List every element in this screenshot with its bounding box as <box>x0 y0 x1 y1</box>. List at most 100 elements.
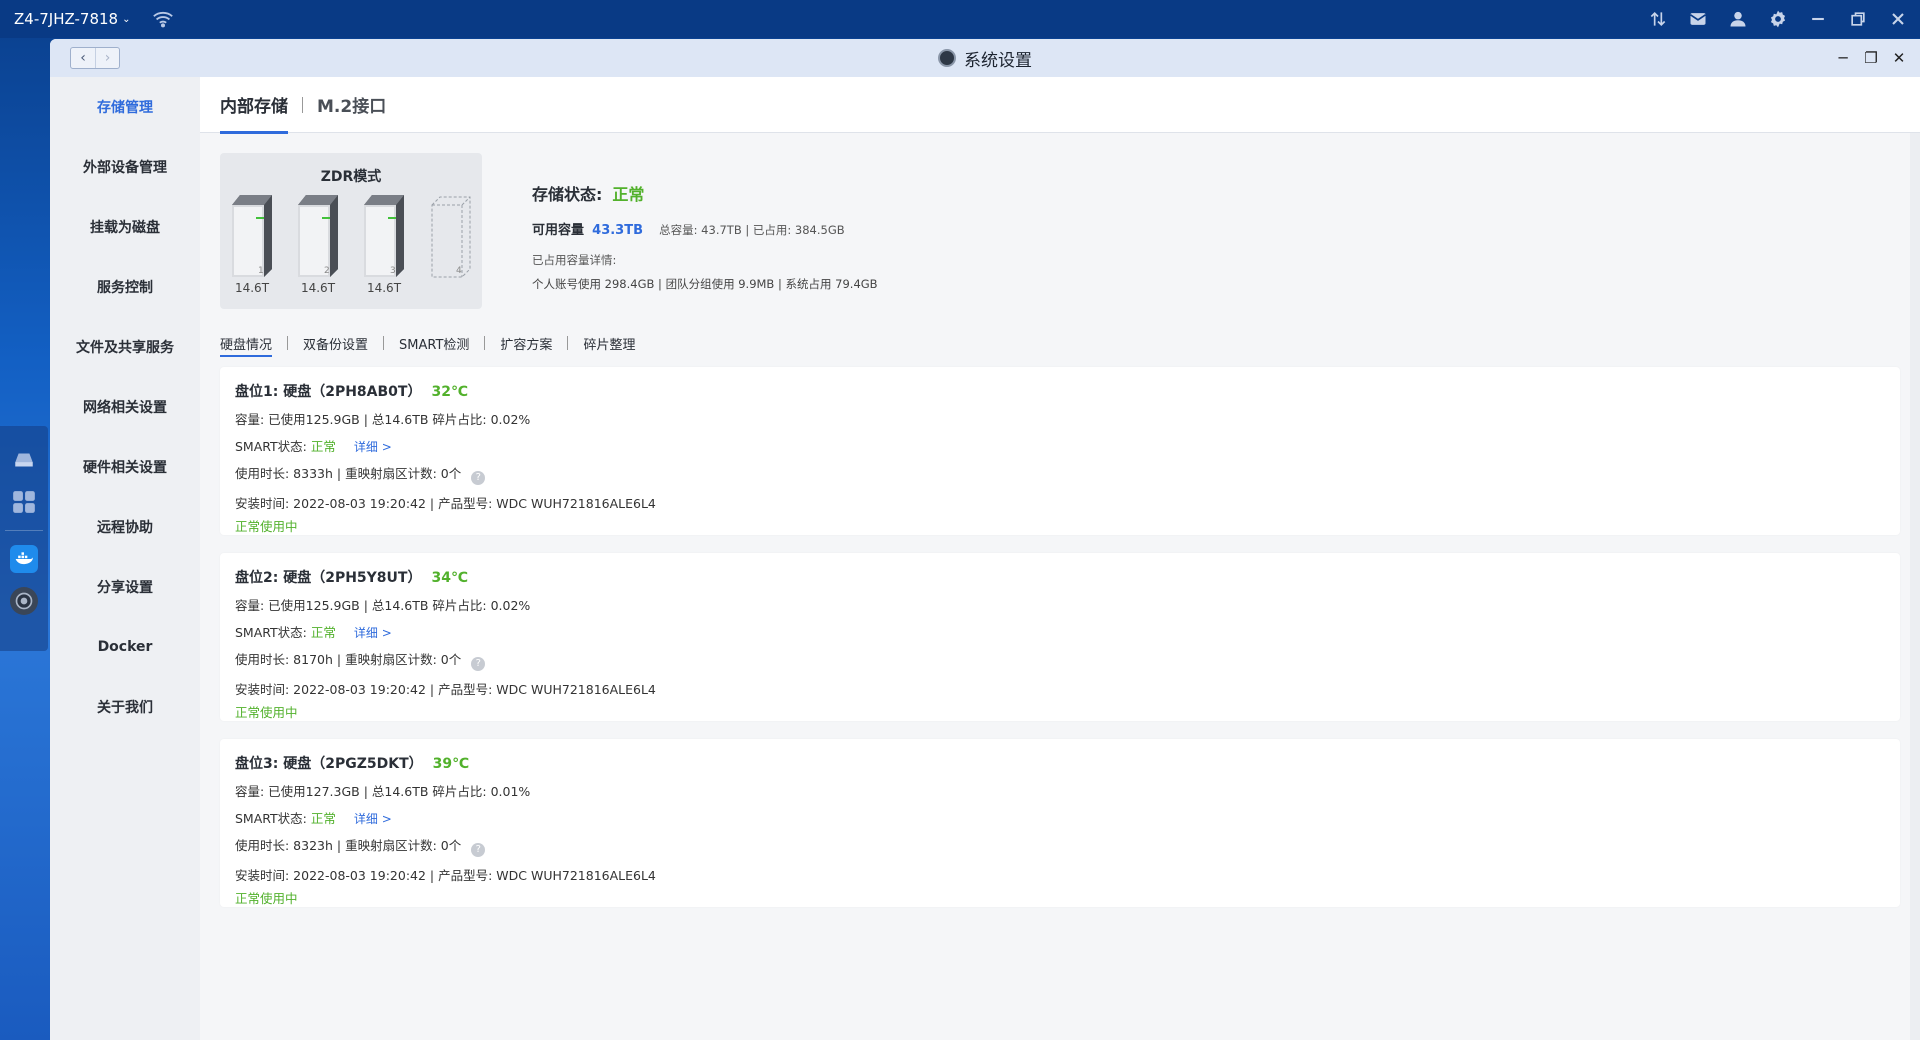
restore-icon[interactable] <box>1848 9 1868 29</box>
empty-drive-bay: 4 <box>428 193 472 295</box>
smart-label: SMART状态: <box>235 625 307 640</box>
disk-card: 盘位3: 硬盘（2PGZ5DKT） 39℃ 容量: 已使用127.3GB | 总1… <box>220 739 1900 907</box>
sidebar-item-docker[interactable]: Docker <box>50 617 200 677</box>
svg-text:3: 3 <box>390 266 396 276</box>
disk-capacity: 容量: 已使用125.9GB | 总14.6TB 碎片占比: 0.02% <box>235 598 531 613</box>
empty-bay-icon: 4 <box>431 196 471 278</box>
disk-capacity: 容量: 已使用127.3GB | 总14.6TB 碎片占比: 0.01% <box>235 784 531 799</box>
gear-icon[interactable] <box>1768 9 1788 29</box>
sidebar-item-service-control[interactable]: 服务控制 <box>50 257 200 317</box>
window-minimize-icon[interactable]: ─ <box>1836 49 1850 67</box>
help-icon[interactable]: ? <box>471 657 486 671</box>
subtab-expansion[interactable]: 扩容方案 <box>500 329 552 357</box>
window-close-icon[interactable]: ✕ <box>1892 49 1906 67</box>
sidebar-item-share-settings[interactable]: 分享设置 <box>50 557 200 617</box>
dock-divider <box>5 530 43 531</box>
system-settings-window: ‹ › 系统设置 ─ ❐ ✕ 存储管理 外部设备管理 挂载为磁盘 服务控制 文件… <box>50 39 1920 1040</box>
app-dock <box>0 426 48 651</box>
smart-value: 正常 <box>310 811 336 826</box>
smart-label: SMART状态: <box>235 439 307 454</box>
available-capacity-label: 可用容量 <box>532 223 585 238</box>
smart-detail-link[interactable]: 详细 > <box>354 626 392 640</box>
disk-state: 正常使用中 <box>235 519 298 534</box>
chevron-down-icon: ⌄ <box>122 13 131 25</box>
sidebar-item-storage[interactable]: 存储管理 <box>50 77 200 137</box>
window-maximize-icon[interactable]: ❐ <box>1864 49 1878 67</box>
disk-install-info: 安装时间: 2022-08-03 19:20:42 | 产品型号: WDC WU… <box>235 496 656 511</box>
storage-status: 存储状态: 正常 可用容量 43.3TB 总容量: 43.7TB | 已占用: 3… <box>532 153 878 313</box>
storage-status-label: 存储状态: <box>532 185 603 204</box>
disk-title: 盘位1: 硬盘（2PH8AB0T） <box>235 384 422 400</box>
smart-detail-link[interactable]: 详细 > <box>354 812 392 826</box>
subtab-smart[interactable]: SMART检测 <box>399 329 469 357</box>
help-icon[interactable]: ? <box>471 843 486 857</box>
hard-drive-icon: 2 <box>298 195 338 277</box>
disk-title: 盘位2: 硬盘（2PH5Y8UT） <box>235 570 422 586</box>
storage-tabs: 内部存储 M.2接口 <box>200 77 1920 134</box>
drive-size: 14.6T <box>234 281 270 295</box>
sidebar-item-file-sharing[interactable]: 文件及共享服务 <box>50 317 200 377</box>
drive-bays: 1 14.6T 2 14.6T 3 14.6T 4 <box>230 193 472 295</box>
user-icon[interactable] <box>1728 9 1748 29</box>
subtab-divider <box>484 336 486 350</box>
storage-app-icon[interactable] <box>10 446 38 474</box>
forward-icon[interactable]: › <box>95 48 119 68</box>
nav-buttons: ‹ › <box>70 47 120 69</box>
sidebar-item-remote-assist[interactable]: 远程协助 <box>50 497 200 557</box>
subtab-disk-status[interactable]: 硬盘情况 <box>220 329 273 357</box>
drive-size: 14.6T <box>300 281 336 295</box>
system-settings-app-icon[interactable] <box>10 587 38 615</box>
disk-usage: 使用时长: 8170h | 重映射扇区计数: 0个 <box>235 652 462 667</box>
drive-bay: 2 14.6T <box>296 193 340 295</box>
disk-state: 正常使用中 <box>235 705 298 720</box>
disk-subtabs: 硬盘情况 双备份设置 SMART检测 扩容方案 碎片整理 <box>220 329 1900 357</box>
window-title: 系统设置 <box>938 46 1032 71</box>
message-icon[interactable] <box>1688 9 1708 29</box>
used-detail-label: 已占用容量详情: <box>532 253 617 267</box>
tab-divider <box>302 96 303 113</box>
sidebar-item-mount-disk[interactable]: 挂载为磁盘 <box>50 197 200 257</box>
sidebar-item-about[interactable]: 关于我们 <box>50 677 200 737</box>
docker-app-icon[interactable] <box>10 545 38 573</box>
device-selector[interactable]: Z4-7JHZ-7818 ⌄ <box>14 10 130 28</box>
used-detail: 个人账号使用 298.4GB | 团队分组使用 9.9MB | 系统占用 79.… <box>532 277 878 291</box>
settings-sidebar: 存储管理 外部设备管理 挂载为磁盘 服务控制 文件及共享服务 网络相关设置 硬件… <box>50 77 200 1040</box>
disk-install-info: 安装时间: 2022-08-03 19:20:42 | 产品型号: WDC WU… <box>235 682 656 697</box>
tab-internal-storage[interactable]: 内部存储 <box>220 77 288 134</box>
transfer-icon[interactable] <box>1648 9 1668 29</box>
close-icon[interactable] <box>1888 9 1908 29</box>
disk-title: 盘位3: 硬盘（2PGZ5DKT） <box>235 756 423 772</box>
wifi-icon[interactable] <box>152 8 174 30</box>
window-title-text: 系统设置 <box>964 50 1032 71</box>
sidebar-item-hardware[interactable]: 硬件相关设置 <box>50 437 200 497</box>
disk-temperature: 34℃ <box>431 570 468 586</box>
svg-text:1: 1 <box>258 266 264 276</box>
scrollbar[interactable] <box>1910 133 1920 1040</box>
smart-detail-link[interactable]: 详细 > <box>354 440 392 454</box>
minimize-icon[interactable] <box>1808 9 1828 29</box>
window-titlebar: ‹ › 系统设置 ─ ❐ ✕ <box>50 39 1920 77</box>
zdr-mode-title: ZDR模式 <box>320 169 382 185</box>
tab-m2[interactable]: M.2接口 <box>317 77 386 133</box>
disk-temperature: 39℃ <box>432 756 470 772</box>
storage-content: ZDR模式 1 14.6T 2 14.6T 3 14.6T 4 存储状态: 正常 可用容量 4… <box>200 133 1920 907</box>
subtab-divider <box>383 336 385 350</box>
capacity-detail: 总容量: 43.7TB | 已占用: 384.5GB <box>659 223 845 237</box>
desktop-topbar: Z4-7JHZ-7818 ⌄ <box>0 0 1920 38</box>
subtab-dual-backup[interactable]: 双备份设置 <box>303 329 368 357</box>
storage-status-value: 正常 <box>612 185 645 204</box>
subtab-divider <box>567 336 569 350</box>
subtab-defrag[interactable]: 碎片整理 <box>583 329 635 357</box>
smart-label: SMART状态: <box>235 811 307 826</box>
sidebar-item-network[interactable]: 网络相关设置 <box>50 377 200 437</box>
svg-text:4: 4 <box>456 266 462 276</box>
back-icon[interactable]: ‹ <box>71 48 95 68</box>
help-icon[interactable]: ? <box>471 471 486 485</box>
drive-bay: 1 14.6T <box>230 193 274 295</box>
sidebar-item-external-devices[interactable]: 外部设备管理 <box>50 137 200 197</box>
zdr-mode-panel: ZDR模式 1 14.6T 2 14.6T 3 14.6T 4 <box>220 153 482 309</box>
smart-value: 正常 <box>310 439 336 454</box>
disk-usage: 使用时长: 8333h | 重映射扇区计数: 0个 <box>235 466 462 481</box>
svg-text:2: 2 <box>324 266 330 276</box>
apps-grid-icon[interactable] <box>10 488 38 516</box>
